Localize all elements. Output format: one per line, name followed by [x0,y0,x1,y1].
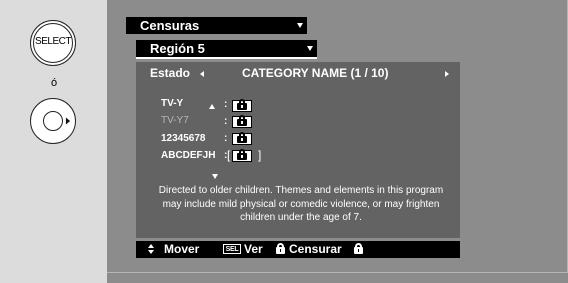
rating-label-abcdefjh: ABCDEFJH [161,150,216,161]
panel-header: Estado CATEGORY NAME (1 / 10) [136,62,460,82]
region-dropdown-label: Región 5 [150,41,205,56]
lock-icon [354,243,363,254]
censuras-dropdown[interactable]: Censuras [126,17,307,34]
select-button-label: SELECT [35,36,71,47]
or-label: ó [50,77,58,89]
select-button[interactable]: SELECT [30,20,76,66]
sel-key-icon: SEL [223,244,241,254]
colon: : [224,116,228,127]
mover-label: Mover [164,242,200,256]
up-arrow-icon [209,104,215,109]
down-arrow-icon [212,174,218,179]
help-bar: Mover SEL Ver Censurar [136,241,460,258]
colon: : [224,133,228,144]
lock-toggle-abcdefjh[interactable] [232,149,252,162]
lock-toggle-12345678[interactable] [232,132,252,145]
bracket-close: ] [258,148,262,162]
estado-label: Estado [150,66,191,80]
bracket-open: [ [227,148,231,162]
remote-panel: SELECT ó [0,0,108,283]
colon: : [224,99,228,110]
ver-label: Ver [244,242,263,256]
lock-icon [237,115,247,126]
region-dropdown[interactable]: Región 5 [136,40,317,59]
lock-icon [237,149,247,160]
rating-description: Directed to older children. Themes and e… [158,185,444,223]
navigation-pad-center [43,111,63,131]
lock-icon [276,243,285,254]
censurar-label: Censurar [289,242,342,256]
rating-label-tv-y7: TV-Y7 [161,115,189,126]
chevron-down-icon [297,23,303,28]
category-title: CATEGORY NAME (1 / 10) [242,66,389,80]
right-arrow-icon [65,117,71,125]
up-down-arrows-icon [148,244,154,255]
left-arrow-icon[interactable] [200,71,204,77]
lock-icon [237,132,247,143]
lock-toggle-tv-y[interactable] [232,99,252,112]
rating-panel: Estado CATEGORY NAME (1 / 10) TV-Y : TV-… [136,62,460,238]
chevron-down-icon [307,46,313,51]
rating-label-12345678: 12345678 [161,133,206,144]
rating-label-tv-y: TV-Y [161,98,184,109]
lock-icon [237,99,247,110]
navigation-pad-button[interactable] [30,98,76,144]
censuras-dropdown-label: Censuras [140,18,200,33]
lock-toggle-tv-y7[interactable] [232,115,252,128]
right-arrow-icon[interactable] [445,71,449,77]
